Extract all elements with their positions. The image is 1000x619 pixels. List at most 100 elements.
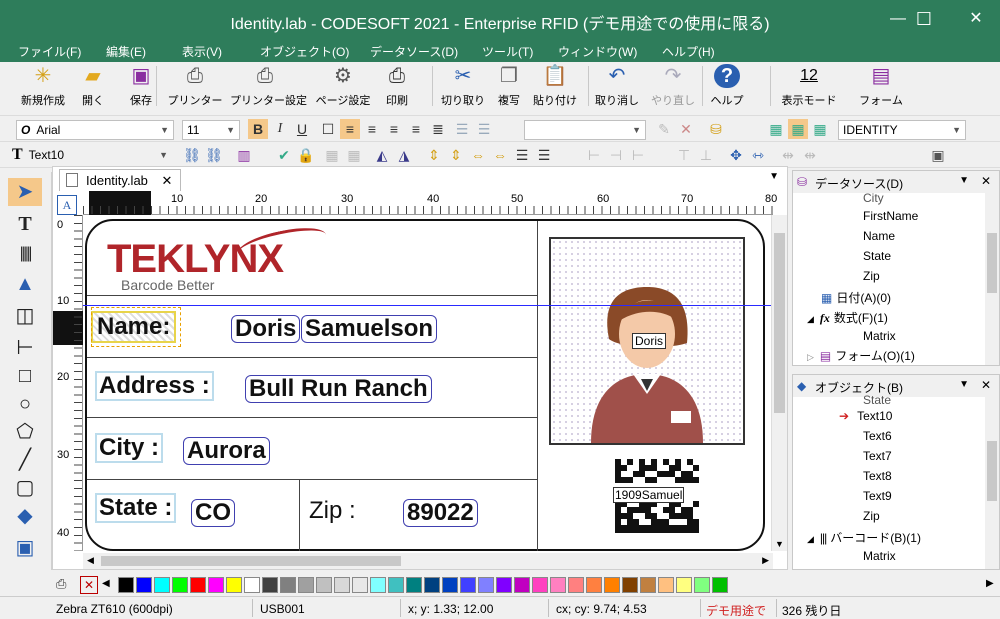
color-swatch[interactable]	[406, 577, 422, 593]
obj-item-text8[interactable]: Text8	[863, 469, 892, 483]
list-icon[interactable]: ☰	[452, 119, 472, 139]
color-swatch[interactable]	[172, 577, 188, 593]
scroll-thumb[interactable]	[987, 441, 997, 501]
horizontal-scrollbar[interactable]: ◀ ▶	[83, 553, 773, 569]
align-vtop-icon[interactable]: ⊤	[674, 145, 694, 165]
city-value[interactable]: Aurora	[183, 437, 270, 465]
color-swatch[interactable]	[550, 577, 566, 593]
align-left-icon[interactable]: ≡	[340, 119, 360, 139]
strike-icon[interactable]: ☐	[318, 119, 338, 139]
color-swatch[interactable]	[460, 577, 476, 593]
panel-menu-icon[interactable]: ▼	[959, 175, 969, 186]
obj-item-zip[interactable]: Zip	[863, 509, 880, 523]
spacing2-icon[interactable]: ⇔	[490, 145, 510, 165]
first-name-value[interactable]: Doris	[231, 315, 301, 343]
color-swatch[interactable]	[208, 577, 224, 593]
color-swatch[interactable]	[604, 577, 620, 593]
color-swatch[interactable]	[244, 577, 260, 593]
italic-icon[interactable]: I	[270, 119, 290, 139]
color-swatch[interactable]	[352, 577, 368, 593]
grid-view2-icon[interactable]: ▦	[788, 119, 808, 139]
align-vbottom-icon[interactable]: ⊥	[696, 145, 716, 165]
color-swatch[interactable]	[262, 577, 278, 593]
order-back-icon[interactable]: ⇕	[446, 145, 466, 165]
printer-color-icon[interactable]: ⎙	[56, 576, 66, 592]
rectangle-tool-icon[interactable]: □	[8, 362, 42, 390]
align-right-icon[interactable]: ≡	[384, 119, 404, 139]
obj-item-state[interactable]: State	[863, 393, 891, 407]
obj-item-text7[interactable]: Text7	[863, 449, 892, 463]
flip2-icon[interactable]: ◮	[394, 145, 414, 165]
zip-label[interactable]: Zip :	[309, 497, 356, 525]
color-swatch[interactable]	[712, 577, 728, 593]
ds-item-matrix[interactable]: Matrix	[863, 329, 896, 343]
tab-list-icon[interactable]: ▼	[769, 171, 779, 182]
color-swatch[interactable]	[478, 577, 494, 593]
clear-icon[interactable]: ✕	[676, 119, 696, 139]
properties-icon[interactable]: ▣	[928, 145, 948, 165]
ds-item-zip[interactable]: Zip	[863, 269, 880, 283]
scroll-thumb[interactable]	[774, 233, 785, 413]
ds-item-date[interactable]: ▦ 日付(A)(0)	[821, 289, 891, 306]
align-mid-icon[interactable]: ▦	[344, 145, 364, 165]
obj-item-matrix[interactable]: Matrix	[863, 549, 896, 563]
line-tool-icon[interactable]: ⊢	[8, 334, 42, 362]
printer-button[interactable]: ⎙ プリンター	[160, 64, 230, 108]
obj-item-text10[interactable]: ➔ Text10	[839, 409, 892, 423]
obj-item-text9[interactable]: Text9	[863, 489, 892, 503]
color-swatch[interactable]	[280, 577, 296, 593]
label-canvas[interactable]: TEKLYNX Barcode Better Name: Doris Samue…	[83, 215, 773, 551]
spacing-icon[interactable]: ⇔	[468, 145, 488, 165]
distribute-icon[interactable]: ⇹	[778, 145, 798, 165]
printer-settings-button[interactable]: ⎙ プリンター設定	[230, 64, 307, 108]
color-swatch[interactable]	[136, 577, 152, 593]
vertical-scrollbar[interactable]: ▼	[771, 215, 787, 551]
rfid-tool-icon[interactable]: ◫	[8, 302, 42, 330]
color-swatch[interactable]	[334, 577, 350, 593]
tab-close-icon[interactable]: ✕	[162, 173, 173, 188]
check-icon[interactable]: ✔	[274, 145, 294, 165]
menu-tools[interactable]: ツール(T)	[482, 43, 533, 60]
text-tool-icon[interactable]: T	[8, 210, 42, 238]
color-swatch[interactable]	[154, 577, 170, 593]
link-icon[interactable]: ⛓	[182, 145, 202, 165]
select-arrow-icon[interactable]: ➤	[8, 178, 42, 206]
color-swatch[interactable]	[568, 577, 584, 593]
state-label[interactable]: State :	[95, 493, 177, 523]
order-front-icon[interactable]: ⇕	[424, 145, 444, 165]
align-left-obj-icon[interactable]: ⊢	[584, 145, 604, 165]
color-swatch[interactable]	[622, 577, 638, 593]
form-button[interactable]: ▤ フォーム	[846, 64, 916, 108]
no-color-icon[interactable]: ✕	[80, 576, 98, 594]
zip-value[interactable]: 89022	[403, 499, 478, 527]
color-swatch[interactable]	[316, 577, 332, 593]
style-combo[interactable]: ▼	[524, 120, 646, 140]
color-swatch[interactable]	[640, 577, 656, 593]
ellipse-tool-icon[interactable]: ○	[8, 390, 42, 418]
collapse-icon[interactable]: ▷	[807, 352, 814, 362]
color-swatch[interactable]	[298, 577, 314, 593]
ruler-unit-icon[interactable]: A	[57, 195, 77, 215]
align-center-obj-icon[interactable]: ⊣	[606, 145, 626, 165]
color-swatch[interactable]	[532, 577, 548, 593]
barcode-tool-icon[interactable]: |||||	[8, 240, 42, 268]
panel-close-icon[interactable]: ✕	[981, 174, 991, 188]
shapes-tool-icon[interactable]: ◆	[8, 502, 42, 530]
palette-right-icon[interactable]: ▶	[986, 578, 994, 589]
panel-close-icon[interactable]: ✕	[981, 378, 991, 392]
ds-item-formula[interactable]: ◢ fx 数式(F)(1)	[807, 309, 888, 326]
edit-icon[interactable]: ✎	[654, 119, 674, 139]
color-swatch[interactable]	[514, 577, 530, 593]
underline-icon[interactable]: U	[292, 119, 312, 139]
font-combo[interactable]: O Arial ▼	[16, 120, 174, 140]
center-h-icon[interactable]: ✥	[726, 145, 746, 165]
address-label[interactable]: Address :	[95, 371, 214, 401]
scroll-thumb[interactable]	[987, 233, 997, 293]
expand-icon[interactable]: ◢	[807, 534, 814, 544]
rows2-icon[interactable]: ☰	[534, 145, 554, 165]
lock-icon[interactable]: 🔒	[296, 145, 316, 165]
maximize-button[interactable]: ☐	[904, 4, 944, 34]
state-value[interactable]: CO	[191, 499, 235, 527]
ds-item-firstname[interactable]: FirstName	[863, 209, 918, 223]
print-button[interactable]: ⎙ 印刷	[362, 64, 432, 108]
